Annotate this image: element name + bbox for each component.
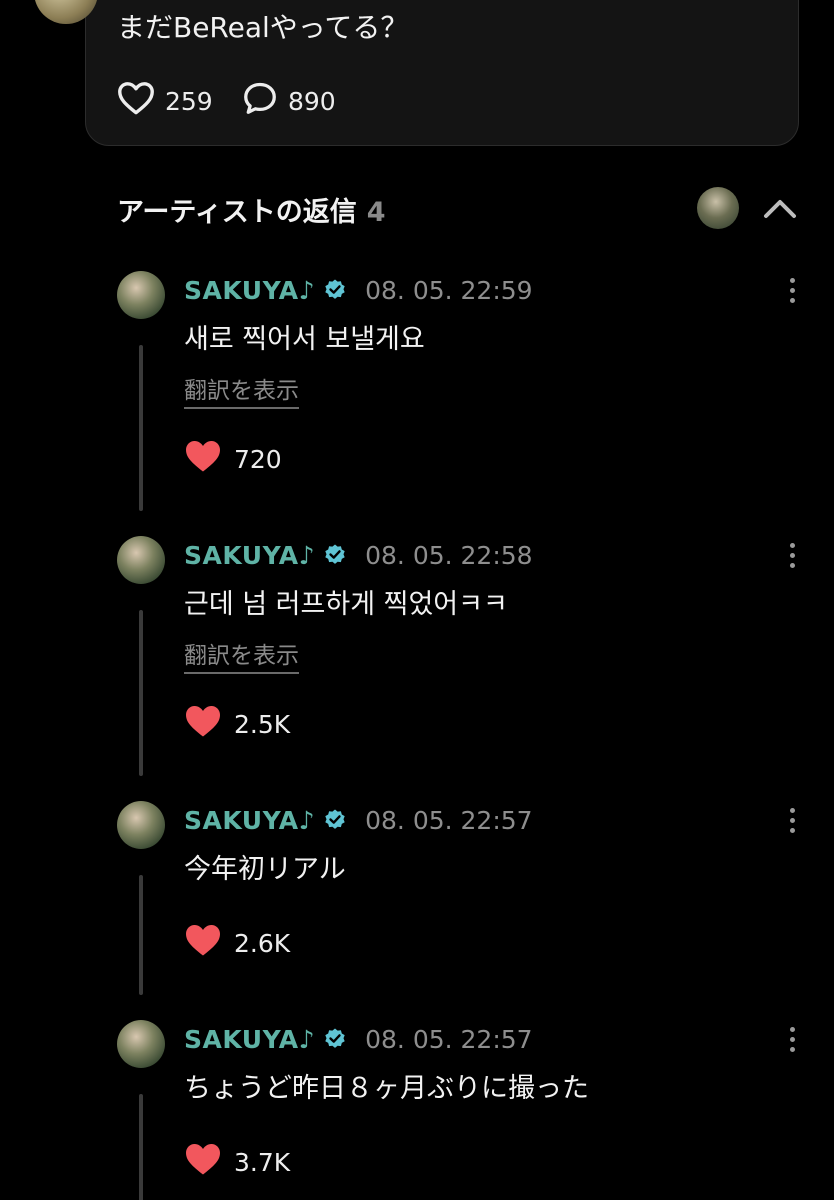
post-comment-count: 890: [288, 86, 336, 116]
heart-filled-icon: [184, 439, 222, 479]
avatar[interactable]: [117, 1020, 165, 1068]
heart-filled-icon: [184, 1142, 222, 1182]
artist-replies-header: アーティストの返信 4: [117, 190, 386, 229]
author-name[interactable]: SAKUYA♪: [184, 276, 315, 305]
like-count: 720: [234, 444, 282, 474]
reply-header: SAKUYA♪ 08. 05. 22:59: [184, 273, 533, 307]
like-count: 2.6K: [234, 928, 291, 958]
artist-replies-screen: まだBeRealやってる？ 259 890 アーティストの返信 4 SAKUYA…: [0, 0, 834, 1200]
thread-line: [139, 875, 143, 995]
avatar[interactable]: [117, 536, 165, 584]
like-button[interactable]: 3.7K: [184, 1142, 290, 1182]
reply-text: 새로 찍어서 보낼게요: [184, 324, 425, 355]
reply-text: 근데 넘 러프하게 찍었어ㅋㅋ: [184, 589, 508, 620]
more-options-button[interactable]: [776, 540, 808, 570]
avatar[interactable]: [117, 801, 165, 849]
speech-bubble-icon: [242, 81, 278, 121]
verified-badge-icon: [323, 808, 347, 832]
heart-filled-icon: [184, 923, 222, 963]
chevron-up-icon: [763, 197, 797, 223]
verified-badge-icon: [323, 543, 347, 567]
more-options-button[interactable]: [776, 275, 808, 305]
avatar[interactable]: [117, 271, 165, 319]
reply-timestamp: 08. 05. 22:57: [365, 1024, 533, 1054]
translate-link[interactable]: 翻訳を表示: [184, 636, 299, 674]
like-count: 2.5K: [234, 709, 291, 739]
collapse-button[interactable]: [760, 190, 800, 230]
artist-avatar[interactable]: [697, 187, 739, 229]
post-like-count: 259: [165, 86, 213, 116]
reply-header: SAKUYA♪ 08. 05. 22:57: [184, 803, 533, 837]
post-like-button[interactable]: 259: [117, 81, 213, 121]
author-name[interactable]: SAKUYA♪: [184, 806, 315, 835]
reply-timestamp: 08. 05. 22:57: [365, 805, 533, 835]
reply-header: SAKUYA♪ 08. 05. 22:58: [184, 538, 533, 572]
like-button[interactable]: 2.6K: [184, 923, 290, 963]
translate-link[interactable]: 翻訳を表示: [184, 371, 299, 409]
author-name[interactable]: SAKUYA♪: [184, 541, 315, 570]
like-button[interactable]: 2.5K: [184, 704, 290, 744]
heart-outline-icon: [117, 81, 155, 121]
like-count: 3.7K: [234, 1147, 291, 1177]
author-name[interactable]: SAKUYA♪: [184, 1025, 315, 1054]
thread-line: [139, 610, 143, 776]
thread-line: [139, 345, 143, 511]
heart-filled-icon: [184, 704, 222, 744]
like-button[interactable]: 720: [184, 439, 282, 479]
more-options-button[interactable]: [776, 805, 808, 835]
reply-header: SAKUYA♪ 08. 05. 22:57: [184, 1022, 533, 1056]
thread-line: [139, 1094, 143, 1200]
verified-badge-icon: [323, 278, 347, 302]
verified-badge-icon: [323, 1027, 347, 1051]
post-comment-button[interactable]: 890: [242, 81, 336, 121]
reply-text: 今年初リアル: [184, 854, 346, 885]
section-title: アーティストの返信: [117, 197, 357, 228]
reply-timestamp: 08. 05. 22:58: [365, 540, 533, 570]
more-options-button[interactable]: [776, 1024, 808, 1054]
post-text: まだBeRealやってる？: [117, 11, 409, 44]
reply-timestamp: 08. 05. 22:59: [365, 275, 533, 305]
reply-text: ちょうど昨日８ヶ月ぶりに撮った: [184, 1073, 589, 1104]
section-count: 4: [366, 197, 386, 228]
